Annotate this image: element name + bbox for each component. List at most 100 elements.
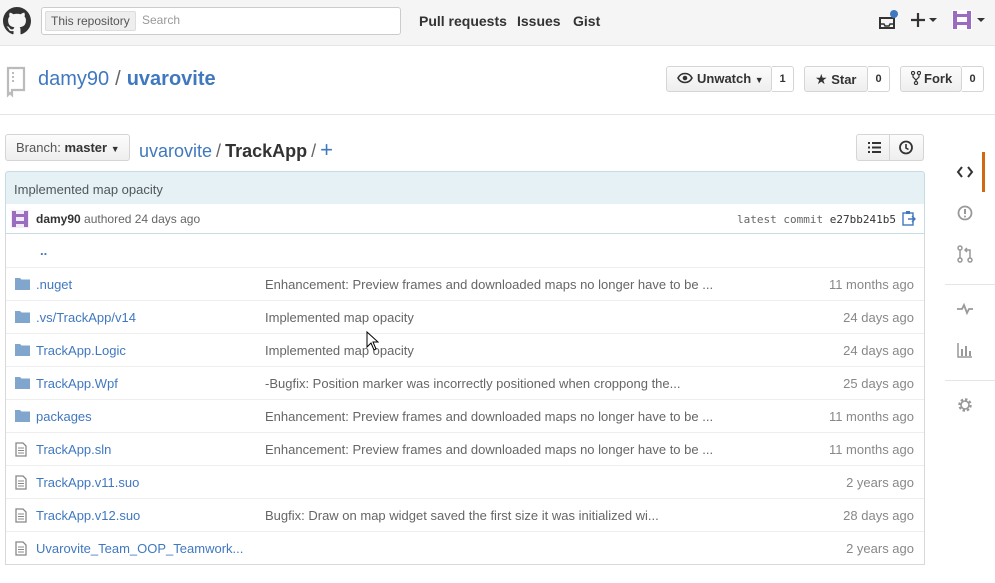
repo-icon: [6, 66, 26, 98]
search-scope-badge: This repository: [45, 11, 136, 31]
issues-tab[interactable]: [945, 193, 985, 233]
file-name-link[interactable]: TrackApp.Wpf: [36, 376, 118, 391]
file-icon: [15, 508, 27, 526]
history-clock-icon: [899, 140, 913, 155]
file-age: 24 days ago: [843, 343, 914, 358]
repo-owner-link[interactable]: damy90: [38, 68, 109, 90]
file-age: 28 days ago: [843, 508, 914, 523]
mouse-cursor-icon: [366, 331, 379, 351]
file-name-link[interactable]: TrackApp.Logic: [36, 343, 126, 358]
latest-commit-label: latest commit: [737, 213, 824, 226]
nav-gist[interactable]: Gist: [573, 13, 600, 29]
breadcrumb: uvarovite / TrackApp / +: [139, 137, 333, 163]
sidebar-divider: [945, 380, 995, 381]
file-age: 2 years ago: [846, 475, 914, 490]
file-age: 24 days ago: [843, 310, 914, 325]
graphs-icon: [957, 343, 972, 358]
file-row[interactable]: TrackApp.Logic Implemented map opacity 24 …: [6, 333, 924, 366]
file-commit-message[interactable]: Enhancement: Preview frames and download…: [265, 442, 713, 457]
file-icon: [15, 475, 27, 493]
file-row[interactable]: packages Enhancement: Preview frames and …: [6, 399, 924, 432]
code-tab[interactable]: [945, 152, 985, 192]
file-commit-message[interactable]: Bugfix: Draw on map widget saved the fir…: [265, 508, 659, 523]
commit-author[interactable]: damy90: [36, 212, 81, 226]
file-commit-message[interactable]: Enhancement: Preview frames and download…: [265, 277, 713, 292]
repo-title: damy90 / uvarovite: [38, 68, 216, 91]
fork-count[interactable]: 0: [962, 66, 984, 92]
folder-icon: [15, 343, 30, 359]
sidebar-divider: [945, 284, 995, 285]
folder-icon: [15, 409, 30, 425]
file-row[interactable]: Uvarovite_Team_OOP_Teamwork... 2 years ag…: [6, 531, 924, 564]
file-age: 11 months ago: [828, 277, 914, 292]
file-commit-message[interactable]: Implemented map opacity: [265, 310, 414, 325]
list-view-button[interactable]: [856, 134, 890, 161]
file-name-link[interactable]: ..: [40, 243, 47, 258]
star-count[interactable]: 0: [868, 66, 890, 92]
folder-icon: [15, 277, 30, 293]
pull-requests-icon: [957, 245, 973, 263]
clipboard-copy-icon[interactable]: [902, 210, 916, 226]
star-button[interactable]: ★ Star: [804, 66, 868, 92]
latest-commit-message[interactable]: Implemented map opacity: [5, 171, 925, 205]
file-row[interactable]: .vs/TrackApp/v14 Implemented map opacity 2…: [6, 300, 924, 333]
file-list: .. .nuget Enhancement: Preview frames and …: [5, 234, 925, 565]
file-icon: [15, 541, 27, 559]
notifications-bell-icon[interactable]: [878, 10, 900, 35]
breadcrumb-current: TrackApp: [225, 141, 308, 161]
list-icon: [868, 142, 881, 153]
breadcrumb-separator: /: [216, 141, 222, 161]
file-row[interactable]: TrackApp.Wpf -Bugfix: Position marker was…: [6, 366, 924, 399]
file-age: 11 months ago: [828, 442, 914, 457]
search-box[interactable]: This repository Search: [41, 7, 401, 35]
github-logo-icon[interactable]: [3, 7, 31, 35]
file-icon: [15, 442, 27, 460]
star-icon: ★: [815, 71, 828, 87]
file-name-link[interactable]: Uvarovite_Team_OOP_Teamwork...: [36, 541, 243, 556]
file-row[interactable]: ..: [6, 234, 924, 267]
file-name-link[interactable]: TrackApp.v11.suo: [36, 475, 139, 490]
pulse-icon: [957, 302, 973, 316]
file-age: 25 days ago: [843, 376, 914, 391]
file-row[interactable]: .nuget Enhancement: Preview frames and do…: [6, 267, 924, 300]
file-commit-message[interactable]: Implemented map opacity: [265, 343, 414, 358]
file-age: 2 years ago: [846, 541, 914, 556]
file-name-link[interactable]: .nuget: [36, 277, 72, 292]
search-input[interactable]: Search: [142, 13, 180, 27]
breadcrumb-root-link[interactable]: uvarovite: [139, 141, 212, 161]
user-avatar-menu-icon[interactable]: [951, 9, 989, 34]
code-icon: [956, 166, 974, 178]
file-name-link[interactable]: .vs/TrackApp/v14: [36, 310, 136, 325]
fork-button[interactable]: Fork: [900, 66, 962, 92]
file-name-link[interactable]: TrackApp.sln: [36, 442, 111, 457]
file-commit-message[interactable]: -Bugfix: Position marker was incorrectly…: [265, 376, 680, 391]
settings-tab[interactable]: [945, 385, 985, 425]
issues-icon: [957, 205, 973, 221]
repo-title-separator: /: [115, 68, 121, 90]
file-row[interactable]: TrackApp.sln Enhancement: Preview frames …: [6, 432, 924, 465]
author-avatar[interactable]: [11, 210, 29, 228]
commit-sha[interactable]: e27bb241b5: [830, 213, 896, 226]
repo-name-link[interactable]: uvarovite: [127, 68, 216, 90]
watch-count[interactable]: 1: [772, 66, 794, 92]
commit-authored-time: authored 24 days ago: [84, 212, 201, 226]
file-row[interactable]: TrackApp.v12.suo Bugfix: Draw on map widg…: [6, 498, 924, 531]
folder-icon: [15, 376, 30, 392]
pull-requests-tab[interactable]: [945, 234, 985, 274]
unwatch-button[interactable]: Unwatch ▼: [666, 66, 772, 92]
graphs-tab[interactable]: [945, 330, 985, 370]
site-header: This repository Search Pull requests Iss…: [0, 0, 995, 46]
repo-header: damy90 / uvarovite Unwatch ▼ 1 ★ Star 0 Fo…: [0, 46, 995, 115]
branch-selector-button[interactable]: Branch: master ▼: [5, 134, 130, 161]
file-name-link[interactable]: TrackApp.v12.suo: [36, 508, 140, 523]
create-new-plus-icon[interactable]: [911, 11, 939, 32]
file-commit-message[interactable]: Enhancement: Preview frames and download…: [265, 409, 713, 424]
file-row[interactable]: TrackApp.v11.suo 2 years ago: [6, 465, 924, 498]
nav-pull-requests[interactable]: Pull requests: [419, 13, 507, 29]
breadcrumb-separator: /: [311, 141, 317, 161]
history-button[interactable]: [890, 134, 924, 161]
pulse-tab[interactable]: [945, 289, 985, 329]
nav-issues[interactable]: Issues: [517, 13, 561, 29]
file-name-link[interactable]: packages: [36, 409, 92, 424]
add-file-plus-icon[interactable]: +: [320, 137, 333, 162]
